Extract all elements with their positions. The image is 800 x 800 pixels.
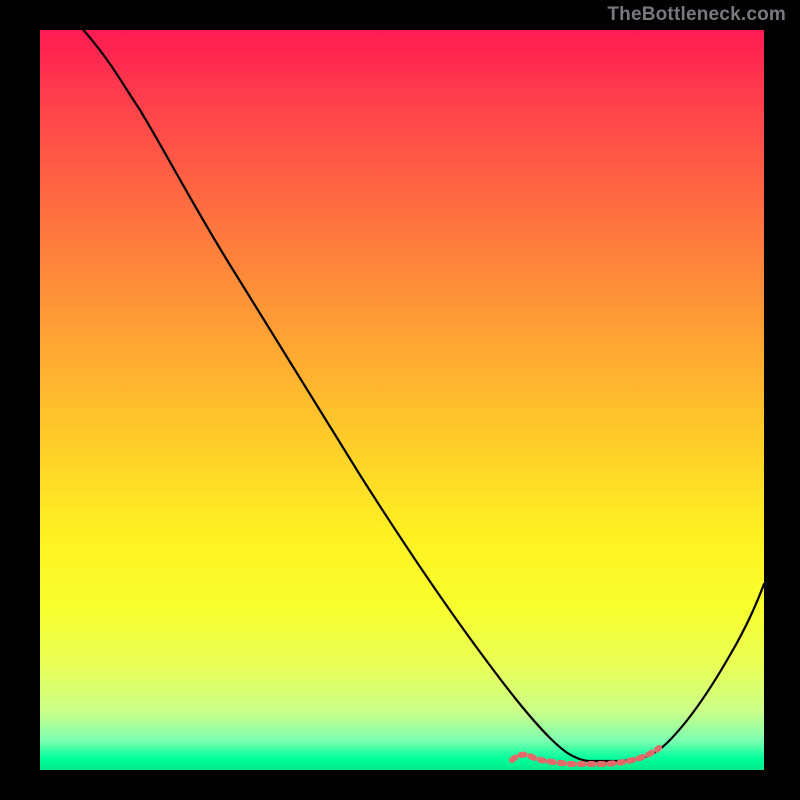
watermark-text: TheBottleneck.com	[607, 4, 786, 26]
bottleneck-curve	[80, 30, 764, 761]
chart-svg	[40, 30, 764, 770]
plot-area	[40, 30, 764, 770]
chart-frame: TheBottleneck.com	[0, 0, 800, 800]
